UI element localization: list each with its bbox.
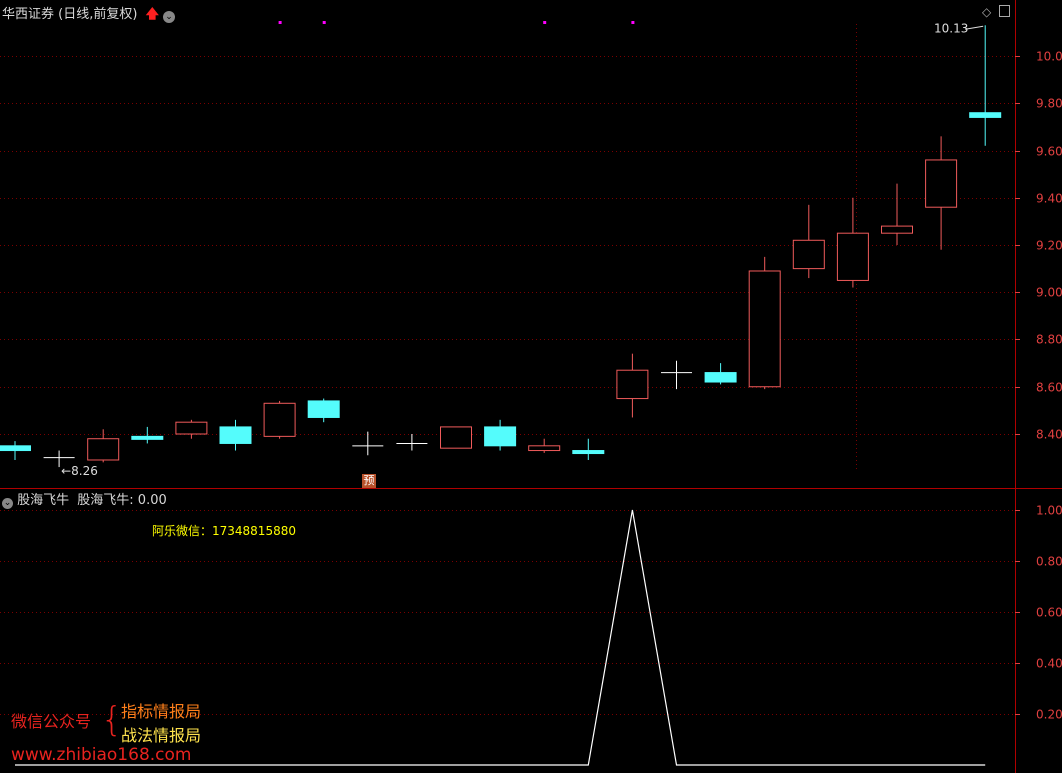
candle-body[interactable] xyxy=(881,225,913,234)
candle-body[interactable] xyxy=(219,426,252,444)
candle-body[interactable] xyxy=(175,421,208,435)
dropdown-icon[interactable]: ⌄ xyxy=(163,11,176,23)
price-tick-label: 8.60 xyxy=(1036,381,1062,395)
price-tick-label: 10.00 xyxy=(1036,50,1062,64)
wm-line1: 指标情报局 xyxy=(121,702,202,721)
price-tick-label: 9.80 xyxy=(1036,97,1062,111)
price-tick-label: 9.20 xyxy=(1036,239,1062,253)
up-arrow-icon: 🡅 xyxy=(145,7,159,22)
window-icon[interactable] xyxy=(999,5,1011,17)
indicator-collapse-icon[interactable]: ⌄ xyxy=(2,498,13,509)
candle-body[interactable] xyxy=(969,112,1002,118)
stock-chart[interactable]: 8.40 8.60 8.80 9.00 9.20 9.40 9.60 9.80 10.00 10.… xyxy=(0,0,1062,773)
indicator-tick-label: 0.60 xyxy=(1036,606,1062,620)
signal-marker xyxy=(631,21,635,24)
candle-body[interactable] xyxy=(748,270,781,388)
indicator-name[interactable]: 股海飞牛 xyxy=(17,493,69,508)
candle-body[interactable] xyxy=(307,400,340,418)
wm-line2: 战法情报局 xyxy=(121,726,202,745)
indicator-header: ⌄ 股海飞牛 股海飞牛: 0.00 xyxy=(2,489,167,509)
candle-body[interactable] xyxy=(572,450,605,455)
indicator-tick-label: 0.40 xyxy=(1036,657,1062,671)
low-price-label: ←8.26 xyxy=(61,464,98,478)
indicator-tick-label: 1.00 xyxy=(1036,504,1062,518)
signal-marker xyxy=(278,21,282,24)
diamond-icon[interactable]: ◇ xyxy=(982,5,991,19)
wm-official-account: 微信公众号 xyxy=(11,712,92,731)
pre-badge: 预 xyxy=(362,474,376,488)
indicator-value-label: 股海飞牛: 0.00 xyxy=(77,493,167,508)
indicator-tick-label: 0.80 xyxy=(1036,555,1062,569)
stock-title[interactable]: 华西证券 (日线,前复权) xyxy=(2,7,137,22)
candle-body[interactable] xyxy=(528,445,561,452)
wm-url: www.zhibiao168.com xyxy=(11,745,192,765)
signal-marker xyxy=(322,21,326,24)
candle-body[interactable] xyxy=(484,426,517,447)
contact-text: 阿乐微信：17348815880 xyxy=(152,524,296,538)
candle-body[interactable] xyxy=(263,402,296,437)
candle-body[interactable] xyxy=(704,372,737,383)
price-tick-label: 8.80 xyxy=(1036,333,1062,347)
view-toggle-icons: ◇ xyxy=(982,5,1011,19)
price-tick-label: 9.40 xyxy=(1036,192,1062,206)
candle-body[interactable] xyxy=(131,435,164,440)
candle-body[interactable] xyxy=(440,426,472,449)
wm-brace: { xyxy=(101,700,123,740)
price-tick-label: 9.00 xyxy=(1036,286,1062,300)
chart-title-row: 华西证券 (日线,前复权) 🡅 ⌄ xyxy=(2,3,176,27)
candle-body[interactable] xyxy=(616,369,649,400)
high-price-label: 10.13 xyxy=(934,21,968,35)
candle-body[interactable] xyxy=(0,445,31,452)
signal-marker xyxy=(543,21,547,24)
price-tick-label: 8.40 xyxy=(1036,428,1062,442)
price-tick-label: 9.60 xyxy=(1036,145,1062,159)
candle-body[interactable] xyxy=(836,232,869,281)
candle-body[interactable] xyxy=(925,159,958,208)
indicator-tick-label: 0.20 xyxy=(1036,708,1062,722)
candle-body[interactable] xyxy=(87,438,120,461)
candle-body[interactable] xyxy=(792,239,825,270)
